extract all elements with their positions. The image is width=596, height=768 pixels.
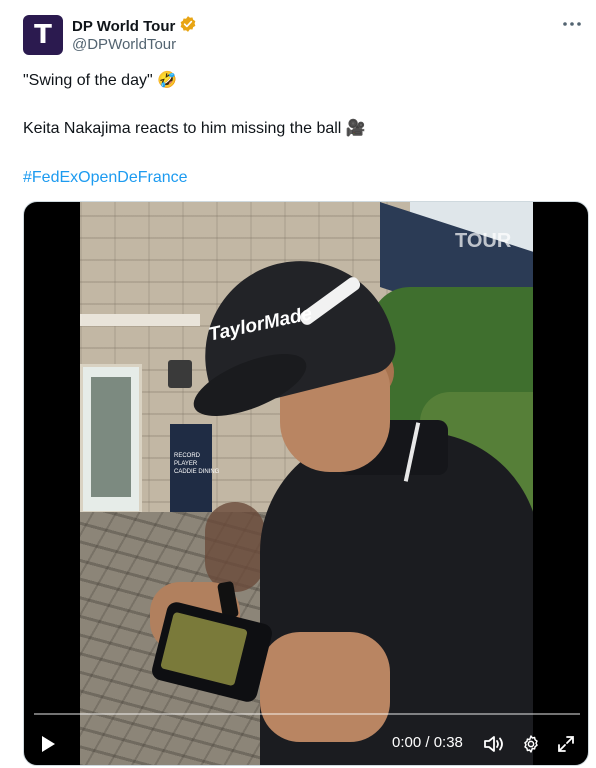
doorway — [80, 364, 142, 514]
video-progress-bar[interactable] — [34, 713, 580, 715]
fullscreen-icon[interactable] — [554, 732, 578, 756]
avatar-letter: T — [34, 20, 52, 50]
more-options-icon[interactable] — [560, 14, 584, 34]
video-watermark: TOUR — [455, 230, 512, 252]
account-display-name[interactable]: DP World Tour — [72, 18, 175, 35]
tweet-text-line-1: "Swing of the day" 🤣 — [23, 72, 178, 89]
flower-bed — [205, 502, 265, 592]
play-icon[interactable] — [36, 730, 60, 758]
video-frame: RECORD PLAYER CADDIE DINING TaylorMade T… — [80, 202, 533, 765]
settings-gear-icon[interactable] — [519, 732, 543, 756]
hashtag-link[interactable]: #FedExOpenDeFrance — [23, 168, 188, 188]
account-handle[interactable]: @DPWorldTour — [72, 36, 176, 53]
account-avatar[interactable]: T — [23, 15, 63, 55]
account-name-row: DP World Tour — [72, 15, 197, 38]
wall-lamp — [168, 360, 192, 388]
video-player[interactable]: RECORD PLAYER CADDIE DINING TaylorMade T… — [23, 201, 589, 766]
video-time: 0:00 / 0:38 — [392, 734, 463, 751]
tweet-text-line-2: Keita Nakajima reacts to him missing the… — [23, 120, 366, 137]
volume-icon[interactable] — [482, 732, 506, 756]
directional-sign: RECORD PLAYER CADDIE DINING — [170, 424, 219, 514]
sign-text: RECORD PLAYER CADDIE DINING — [174, 453, 220, 475]
video-controls: 0:00 / 0:38 — [24, 722, 588, 765]
verified-badge-icon — [179, 15, 197, 38]
